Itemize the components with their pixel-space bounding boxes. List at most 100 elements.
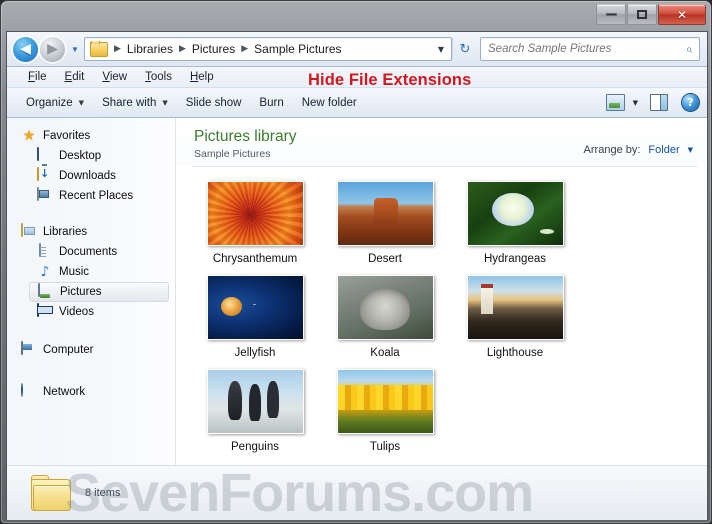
arrange-by-control[interactable]: Arrange by: Folder ▼ [584, 144, 693, 156]
share-with-button[interactable]: Share with ▼ [93, 94, 177, 112]
list-item[interactable]: Chrysanthemum [190, 181, 320, 275]
menu-help-label: elp [198, 71, 214, 83]
sidebar-item-favorites[interactable]: ★ Favorites [7, 126, 175, 146]
thumbnail-image-penguins [207, 370, 303, 433]
thumbnail [206, 275, 304, 340]
recent-places-icon [37, 187, 53, 204]
sidebar-label-recent-places: Recent Places [59, 190, 134, 202]
breadcrumb-item-libraries[interactable]: Libraries [125, 41, 175, 57]
chevron-down-icon: ▼ [78, 98, 85, 107]
command-toolbar: Organize ▼ Share with ▼ Slide show Burn … [7, 87, 707, 118]
sidebar-label-music: Music [59, 266, 90, 278]
menu-help[interactable]: Help [181, 69, 223, 85]
burn-label: Burn [259, 96, 284, 109]
folder-icon [90, 41, 108, 57]
menu-file-label: ile [35, 71, 47, 83]
arrange-by-value: Folder [648, 144, 680, 156]
sidebar-label-network: Network [43, 386, 86, 398]
menu-view[interactable]: View [93, 69, 136, 85]
breadcrumb-separator: ▶ [178, 44, 186, 54]
thumbnail-image-tulips [337, 370, 433, 433]
thumbnail-image-hydrangeas [467, 182, 563, 245]
chevron-down-icon: ▼ [687, 146, 693, 154]
back-arrow-icon: ◀ [20, 40, 31, 57]
new-folder-label: New folder [301, 96, 357, 109]
menu-tools[interactable]: Tools [136, 69, 181, 85]
menu-bar: File Edit View Tools Help [7, 67, 707, 87]
address-bar[interactable]: ▶ Libraries ▶ Pictures ▶ Sample Pictures… [84, 37, 452, 61]
search-input[interactable] [481, 42, 679, 56]
menu-view-label: iew [109, 71, 128, 83]
breadcrumb-item-pictures[interactable]: Pictures [190, 41, 237, 57]
thumbnail [466, 275, 564, 340]
item-count-label: 8 items [85, 487, 121, 499]
help-icon[interactable]: ? [682, 94, 699, 111]
sidebar-item-recent-places[interactable]: Recent Places [7, 186, 175, 206]
nav-group-network: Network [7, 382, 175, 402]
list-item-label: Jellyfish [234, 347, 276, 359]
address-dropdown-button[interactable]: ▼ [431, 45, 451, 54]
back-button[interactable]: ◀ [13, 36, 38, 62]
menu-edit[interactable]: Edit [56, 69, 94, 85]
close-button[interactable]: ✕ [658, 4, 706, 25]
sidebar-item-desktop[interactable]: Desktop [7, 146, 175, 166]
sidebar-label-videos: Videos [59, 306, 94, 318]
thumbnail [206, 369, 304, 434]
thumbnail-image-koala [337, 276, 433, 339]
list-item[interactable]: Desert [320, 181, 450, 275]
file-list-pane[interactable]: Pictures library Sample Pictures Arrange… [176, 118, 707, 502]
thumbnail-image-chrysanthemum [207, 182, 303, 245]
explorer-window: ✕ ◀ ▶ ▼ ▶ Libraries ▶ Pictures ▶ Sample … [0, 0, 712, 524]
list-item[interactable]: Jellyfish [190, 275, 320, 369]
slide-show-button[interactable]: Slide show [177, 94, 251, 112]
list-item[interactable]: Tulips [320, 369, 450, 463]
thumbnail [336, 369, 434, 434]
close-icon: ✕ [676, 7, 688, 22]
sidebar-label-computer: Computer [43, 344, 94, 356]
sidebar-item-network[interactable]: Network [7, 382, 175, 402]
list-item[interactable]: Koala [320, 275, 450, 369]
change-view-icon[interactable] [605, 94, 625, 111]
minimize-button[interactable] [596, 4, 626, 25]
preview-pane-icon[interactable] [650, 94, 668, 111]
change-view-dropdown-icon[interactable]: ▼ [633, 99, 638, 107]
search-box[interactable]: ⌕ [480, 37, 700, 61]
sidebar-label-desktop: Desktop [59, 150, 102, 162]
thumbnail-grid: Chrysanthemum Desert Hydrangeas Jellyfis… [176, 167, 707, 463]
list-item[interactable]: Lighthouse [450, 275, 580, 369]
sidebar-item-pictures[interactable]: Pictures [29, 282, 169, 302]
videos-icon [37, 303, 53, 320]
folder-icon [29, 475, 73, 511]
sidebar-item-libraries[interactable]: Libraries [7, 222, 175, 242]
navigation-bar: ◀ ▶ ▼ ▶ Libraries ▶ Pictures ▶ Sample Pi… [7, 32, 707, 67]
slide-show-label: Slide show [185, 96, 242, 109]
organize-label: Organize [26, 96, 73, 109]
forward-arrow-icon: ▶ [47, 40, 58, 57]
sidebar-label-libraries: Libraries [43, 226, 88, 238]
title-bar: ✕ [1, 1, 712, 31]
sidebar-item-documents[interactable]: Documents [7, 242, 175, 262]
new-folder-button[interactable]: New folder [293, 94, 366, 112]
share-with-label: Share with [102, 96, 157, 109]
window-controls: ✕ [595, 4, 706, 25]
burn-button[interactable]: Burn [250, 94, 292, 112]
sidebar-item-downloads[interactable]: Downloads [7, 166, 175, 186]
menu-tools-label: ools [150, 71, 172, 83]
list-item[interactable]: Hydrangeas [450, 181, 580, 275]
organize-button[interactable]: Organize ▼ [17, 94, 93, 112]
breadcrumb: ▶ Libraries ▶ Pictures ▶ Sample Pictures [85, 41, 431, 57]
forward-button[interactable]: ▶ [40, 36, 65, 62]
network-icon [21, 383, 37, 400]
breadcrumb-item-sample-pictures[interactable]: Sample Pictures [252, 41, 343, 57]
menu-file[interactable]: File [19, 69, 56, 85]
refresh-button[interactable]: ↻ [452, 38, 477, 60]
recent-pages-button[interactable]: ▼ [68, 45, 82, 54]
sidebar-item-music[interactable]: ♪ Music [7, 262, 175, 282]
sidebar-label-pictures: Pictures [60, 286, 102, 298]
page-subtitle: Sample Pictures [194, 148, 271, 160]
maximize-button[interactable] [627, 4, 657, 25]
sidebar-item-computer[interactable]: Computer [7, 340, 175, 360]
sidebar-item-videos[interactable]: Videos [7, 302, 175, 322]
music-icon: ♪ [40, 264, 50, 280]
list-item[interactable]: Penguins [190, 369, 320, 463]
